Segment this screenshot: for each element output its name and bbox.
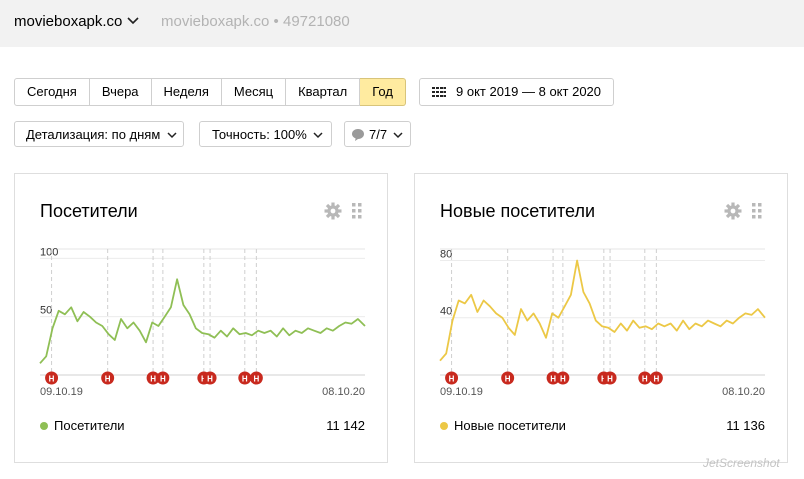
note-marker-label: Н bbox=[607, 375, 613, 384]
note-marker-label: Н bbox=[642, 375, 648, 384]
legend-label: Новые посетители bbox=[454, 418, 566, 433]
note-marker-label: Н bbox=[560, 375, 566, 384]
accuracy-label: Точность: 100% bbox=[212, 127, 307, 142]
series-line bbox=[439, 259, 766, 362]
y-tick-label: 80 bbox=[440, 248, 452, 260]
visitors-widget: Посетители 10050НННННННН09.10.1908.10.20… bbox=[14, 173, 388, 463]
legend-dot bbox=[440, 422, 448, 430]
period-tab[interactable]: Сегодня bbox=[14, 78, 90, 106]
chevron-down-icon[interactable] bbox=[127, 14, 139, 26]
x-tick-label: 08.10.20 bbox=[722, 386, 765, 398]
note-marker-label: Н bbox=[449, 375, 455, 384]
counter-caption: movieboxapk.co • 49721080 bbox=[161, 13, 350, 30]
x-tick-label: 09.10.19 bbox=[40, 386, 83, 398]
accuracy-dropdown[interactable]: Точность: 100% bbox=[199, 121, 332, 147]
note-marker-label: Н bbox=[653, 375, 659, 384]
detail-label: Детализация: по дням bbox=[26, 127, 161, 142]
note-marker-label: Н bbox=[150, 375, 156, 384]
legend-total: 11 142 bbox=[326, 418, 365, 433]
site-selector[interactable]: movieboxapk.co bbox=[14, 13, 122, 30]
chevron-down-icon bbox=[393, 132, 403, 139]
note-marker-label: Н bbox=[242, 375, 248, 384]
speech-bubble-icon bbox=[352, 129, 364, 141]
period-tab[interactable]: Неделя bbox=[151, 78, 222, 106]
period-selector: Сегодня Вчера Неделя Месяц Квартал Год bbox=[14, 78, 406, 106]
x-tick-label: 09.10.19 bbox=[440, 386, 483, 398]
series-line bbox=[39, 278, 366, 364]
date-range-label: 9 окт 2019 — 8 окт 2020 bbox=[456, 84, 602, 99]
note-marker-label: Н bbox=[160, 375, 166, 384]
note-marker-label: Н bbox=[207, 375, 213, 384]
calendar-icon bbox=[432, 87, 446, 97]
date-range-button[interactable]: 9 окт 2019 — 8 окт 2020 bbox=[419, 78, 615, 106]
legend-dot bbox=[40, 422, 48, 430]
note-marker-label: Н bbox=[49, 375, 55, 384]
notes-dropdown[interactable]: 7/7 bbox=[344, 121, 411, 147]
period-tab[interactable]: Вчера bbox=[89, 78, 152, 106]
y-tick-label: 40 bbox=[440, 306, 452, 318]
period-tab[interactable]: Месяц bbox=[221, 78, 287, 106]
y-tick-label: 50 bbox=[40, 305, 52, 317]
y-tick-label: 100 bbox=[40, 246, 58, 258]
new-visitors-widget: Новые посетители 8040НННННННН09.10.1908.… bbox=[414, 173, 788, 463]
top-bar: movieboxapk.co movieboxapk.co • 49721080 bbox=[0, 0, 804, 47]
chevron-down-icon bbox=[313, 132, 323, 139]
legend-total: 11 136 bbox=[726, 418, 765, 433]
period-tab[interactable]: Год bbox=[360, 78, 406, 106]
watermark: JetScreenshot bbox=[703, 456, 780, 470]
note-marker-label: Н bbox=[105, 375, 111, 384]
x-tick-label: 08.10.20 bbox=[322, 386, 365, 398]
legend-label: Посетители bbox=[54, 418, 125, 433]
detail-dropdown[interactable]: Детализация: по дням bbox=[14, 121, 184, 147]
period-tab[interactable]: Квартал bbox=[286, 78, 361, 106]
notes-label: 7/7 bbox=[369, 127, 388, 142]
note-marker-label: Н bbox=[253, 375, 259, 384]
note-marker-label: Н bbox=[505, 375, 511, 384]
chevron-down-icon bbox=[167, 132, 177, 139]
note-marker-label: Н bbox=[550, 375, 556, 384]
